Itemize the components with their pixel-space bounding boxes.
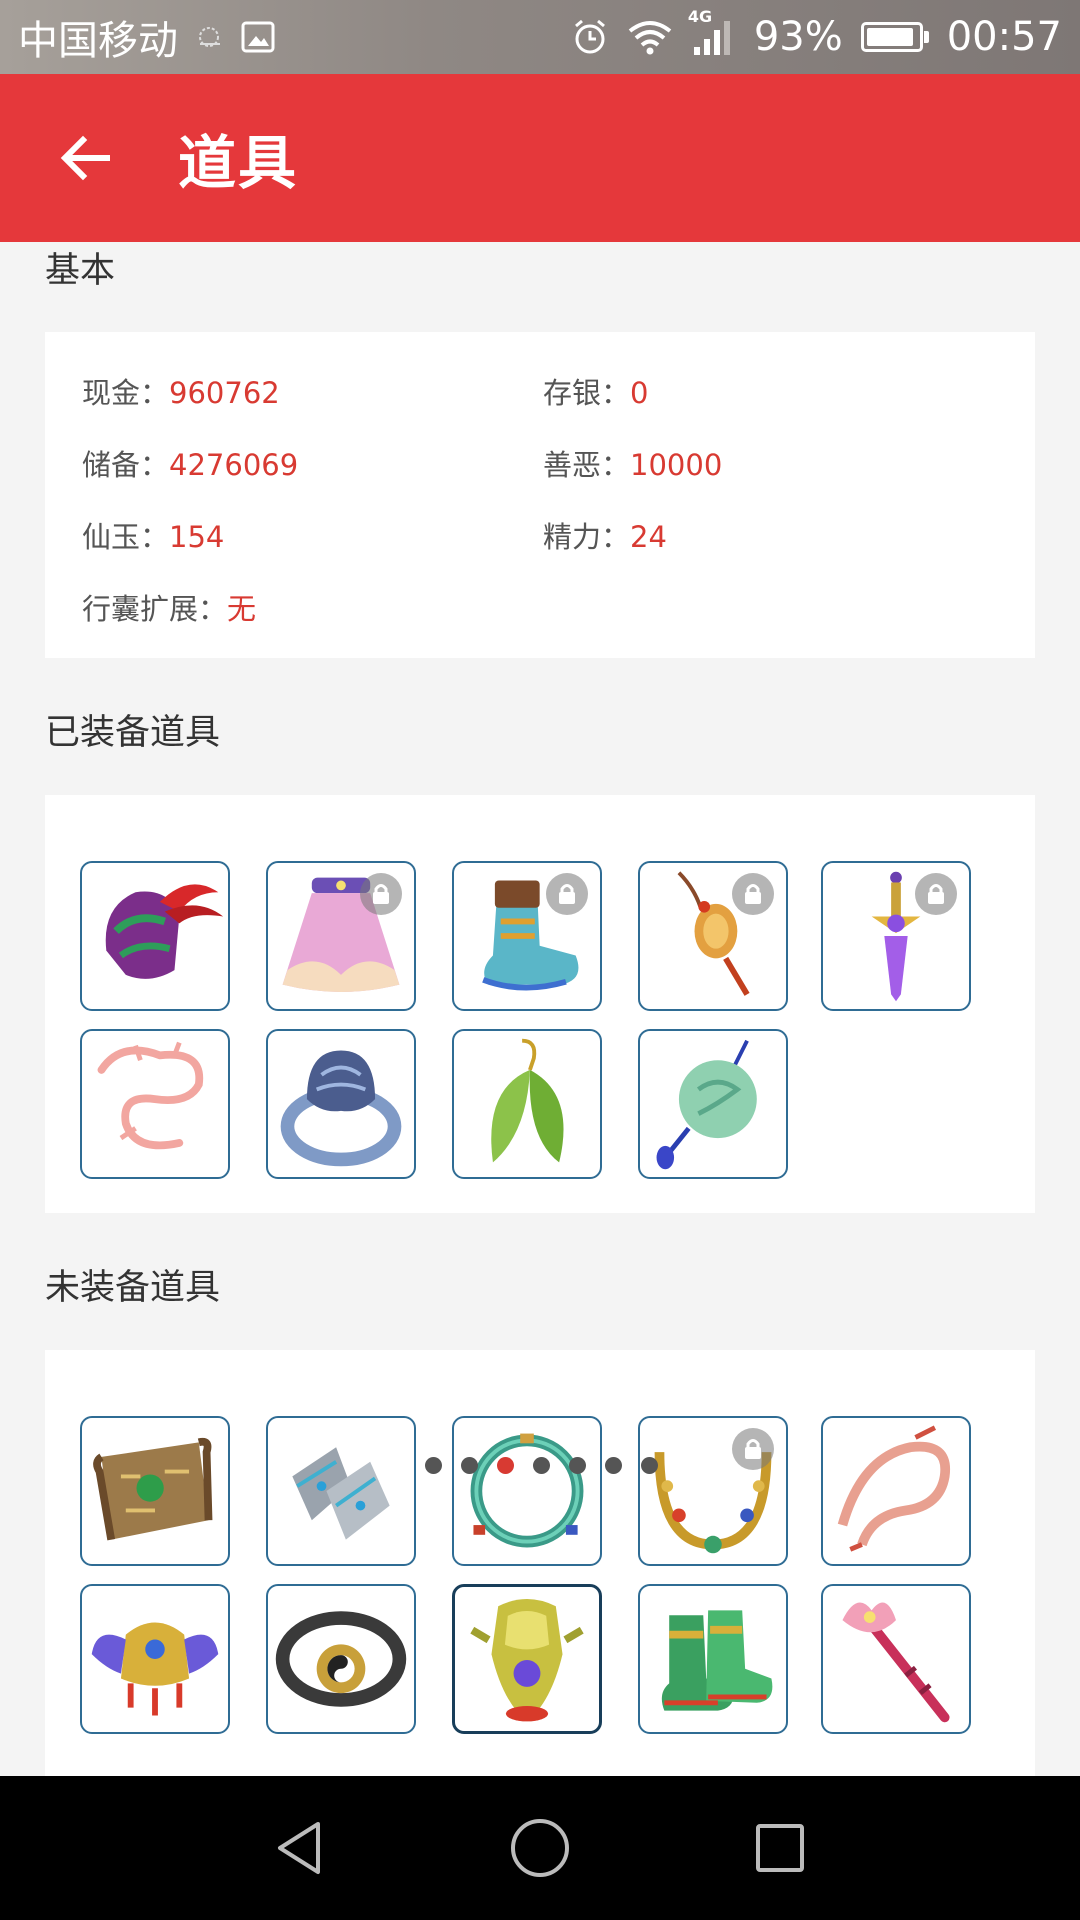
back-nav-icon: [278, 1822, 320, 1874]
item-slot[interactable]: [638, 861, 788, 1011]
unequipped-card: [45, 1350, 1035, 1776]
page-dot[interactable]: [460, 1457, 478, 1474]
lotus-staff-icon: [842, 1602, 950, 1723]
lock-icon: [915, 873, 957, 915]
page-dot[interactable]: [640, 1457, 658, 1474]
basic-card: 现金：960762 存银：0 储备：4276069 善恶：10000 仙玉：15…: [45, 332, 1035, 658]
stat-savings: 存银：0: [543, 376, 649, 410]
arrow-left-icon: [60, 135, 110, 181]
item-slot[interactable]: [266, 861, 416, 1011]
system-nav-bar: [0, 1776, 1080, 1920]
equipped-card: [45, 795, 1035, 1213]
page-indicator: [0, 1457, 1080, 1474]
item-slot[interactable]: [266, 1416, 416, 1566]
green-boots-icon: [661, 1610, 773, 1711]
item-slot[interactable]: [452, 1416, 602, 1566]
item-slot[interactable]: [452, 1029, 602, 1179]
status-bar: 中国移动 4G 93% 00:57: [0, 0, 1080, 74]
clock: 00:57: [946, 14, 1062, 60]
section-title-equipped: 已装备道具: [45, 713, 221, 753]
page-dot[interactable]: [496, 1457, 514, 1474]
item-slot[interactable]: [80, 1416, 230, 1566]
stat-karma: 善恶：10000: [543, 448, 723, 482]
nav-home-button[interactable]: [490, 1798, 590, 1898]
item-slot[interactable]: [452, 861, 602, 1011]
stat-bag-expansion: 行囊扩展：无: [82, 592, 257, 626]
winged-crown-icon: [91, 1622, 219, 1716]
golden-armor-icon: [470, 1599, 584, 1722]
page-dot[interactable]: [424, 1457, 442, 1474]
item-slot[interactable]: [638, 1416, 788, 1566]
jade-bracelet-icon: [470, 1433, 584, 1548]
helmet-icon: [105, 884, 224, 979]
weather-icon: [192, 20, 226, 54]
jade-pendant-icon: [656, 1039, 757, 1170]
lock-icon: [732, 873, 774, 915]
back-button[interactable]: [40, 113, 130, 203]
stat-reserve: 储备：4276069: [82, 448, 299, 482]
bracers-icon: [292, 1447, 390, 1540]
recents-nav-icon: [756, 1824, 804, 1872]
battery-icon: [860, 22, 929, 52]
home-nav-icon: [511, 1819, 569, 1877]
app-bar: 道具: [0, 74, 1080, 242]
alarm-icon: [570, 17, 610, 57]
carrier-label: 中国移动: [18, 18, 178, 64]
ring-icon: [280, 1050, 402, 1167]
scroll-map-icon: [93, 1437, 213, 1541]
image-icon: [240, 19, 276, 55]
taiji-belt-icon: [275, 1611, 407, 1707]
item-slot[interactable]: [821, 1416, 971, 1566]
leaf-earring-icon: [491, 1038, 564, 1163]
item-slot[interactable]: [266, 1584, 416, 1734]
page-dot[interactable]: [568, 1457, 586, 1474]
nav-recents-button[interactable]: [730, 1798, 830, 1898]
coral-necklace-icon: [97, 1041, 204, 1150]
item-slot[interactable]: [638, 1584, 788, 1734]
wifi-icon: [628, 19, 672, 55]
stat-jade: 仙玉：154: [82, 520, 225, 554]
stat-cash: 现金：960762: [82, 376, 280, 410]
item-slot[interactable]: [80, 1029, 230, 1179]
network-type-label: 4G: [687, 7, 713, 26]
item-slot[interactable]: [821, 1584, 971, 1734]
section-title-basic: 基本: [45, 251, 116, 291]
signal-icon: 4G: [688, 7, 736, 57]
lock-icon: [360, 873, 402, 915]
section-title-unequipped: 未装备道具: [45, 1268, 221, 1308]
scroll-content[interactable]: 基本 现金：960762 存银：0 储备：4276069 善恶：10000 仙玉…: [0, 242, 1080, 1776]
stat-energy: 精力：24: [543, 520, 667, 554]
item-slot[interactable]: [452, 1584, 602, 1734]
item-slot[interactable]: [80, 1584, 230, 1734]
item-slot[interactable]: [821, 861, 971, 1011]
page-dot[interactable]: [604, 1457, 622, 1474]
ribbon-icon: [837, 1425, 951, 1552]
page-title: 道具: [178, 129, 299, 197]
lock-icon: [546, 873, 588, 915]
item-slot[interactable]: [80, 861, 230, 1011]
item-slot[interactable]: [266, 1029, 416, 1179]
battery-percent: 93%: [753, 14, 843, 60]
item-slot[interactable]: [638, 1029, 788, 1179]
page-dot[interactable]: [532, 1457, 550, 1474]
nav-back-button[interactable]: [250, 1798, 350, 1898]
